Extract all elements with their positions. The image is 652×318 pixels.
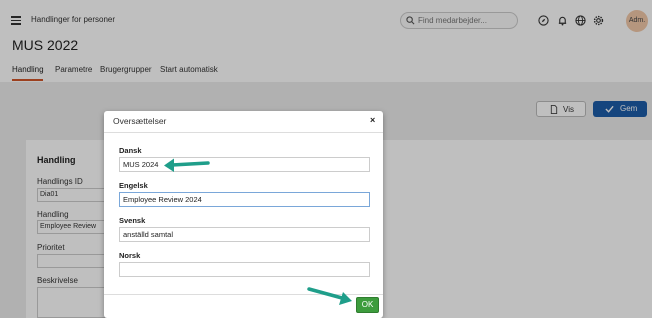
svensk-input[interactable]: anställd samtal	[119, 227, 370, 242]
norsk-label: Norsk	[119, 251, 141, 260]
norsk-input[interactable]	[119, 262, 370, 277]
close-icon[interactable]: ×	[370, 115, 375, 125]
ok-button[interactable]: OK	[356, 297, 379, 313]
engelsk-label: Engelsk	[119, 181, 148, 190]
dansk-input[interactable]: MUS 2024	[119, 157, 370, 172]
engelsk-input[interactable]: Employee Review 2024	[119, 192, 370, 207]
svensk-label: Svensk	[119, 216, 146, 225]
annotation-arrow-icon	[164, 158, 210, 172]
dialog-title: Oversættelser	[113, 116, 167, 126]
annotation-arrow-icon	[307, 287, 352, 305]
divider	[104, 132, 383, 133]
dansk-label: Dansk	[119, 146, 142, 155]
